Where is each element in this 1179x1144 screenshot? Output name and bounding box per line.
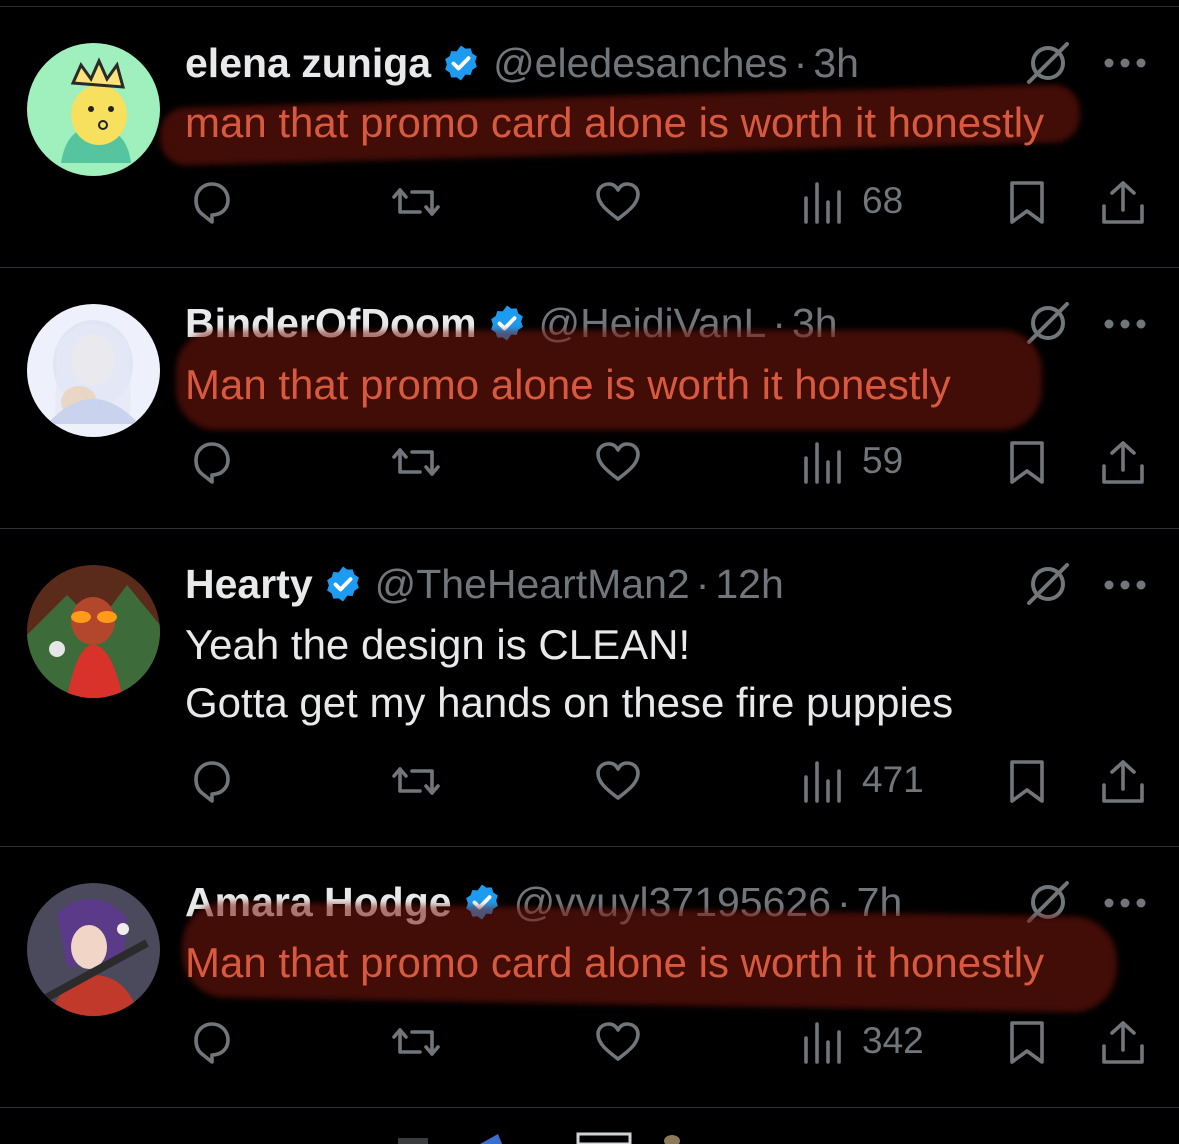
reply-icon[interactable]: [188, 1018, 236, 1066]
timestamp[interactable]: 3h: [813, 40, 859, 87]
views-icon[interactable]: [800, 178, 848, 226]
tweet-4[interactable]: Amara Hodge @vvuyl37195626 · 7h Man that…: [0, 847, 1179, 1108]
grok-icon[interactable]: [1023, 298, 1073, 348]
tweet-text-line: Man that promo card alone is worth it ho…: [185, 939, 1045, 986]
next-tweet-peek: [398, 1132, 680, 1144]
views-count[interactable]: 471: [862, 759, 924, 801]
avatar[interactable]: [27, 883, 160, 1016]
tweet-actions: 342: [0, 1018, 1179, 1068]
avatar[interactable]: [27, 43, 160, 176]
repost-icon[interactable]: [392, 757, 440, 805]
tweet-text-line: Yeah the design is CLEAN!: [185, 621, 691, 668]
tweet-text: Man that promo card alone is worth it ho…: [185, 934, 1044, 992]
repost-icon[interactable]: [392, 438, 440, 486]
separator-dot: ·: [793, 39, 808, 86]
timestamp[interactable]: 12h: [715, 561, 783, 608]
display-name[interactable]: Hearty: [185, 561, 313, 608]
verified-badge-icon[interactable]: [441, 43, 481, 83]
reply-icon[interactable]: [188, 438, 236, 486]
tweet-header: Hearty @TheHeartMan2 · 12h: [185, 559, 784, 609]
more-icon[interactable]: [1103, 897, 1147, 909]
display-name[interactable]: elena zuniga: [185, 40, 431, 87]
more-icon[interactable]: [1103, 318, 1147, 330]
tweet-text: Yeah the design is CLEAN! Gotta get my h…: [185, 616, 953, 732]
share-icon[interactable]: [1099, 178, 1147, 226]
tweet-actions: 59: [0, 438, 1179, 488]
like-icon[interactable]: [594, 757, 642, 805]
like-icon[interactable]: [594, 178, 642, 226]
bookmark-icon[interactable]: [1003, 1018, 1051, 1066]
bookmark-icon[interactable]: [1003, 178, 1051, 226]
handle[interactable]: @eledesanches: [493, 40, 788, 87]
bookmark-icon[interactable]: [1003, 438, 1051, 486]
views-count[interactable]: 68: [862, 180, 903, 222]
tweet-3[interactable]: Hearty @TheHeartMan2 · 12h Yeah the desi…: [0, 529, 1179, 847]
tweet-text: man that promo card alone is worth it ho…: [185, 94, 1044, 152]
views-icon[interactable]: [800, 1018, 848, 1066]
bookmark-icon[interactable]: [1003, 757, 1051, 805]
avatar[interactable]: [27, 565, 160, 698]
repost-icon[interactable]: [392, 178, 440, 226]
tweet-text-line: man that promo card alone is worth it ho…: [185, 99, 1045, 146]
share-icon[interactable]: [1099, 757, 1147, 805]
views-count[interactable]: 59: [862, 440, 903, 482]
like-icon[interactable]: [594, 1018, 642, 1066]
more-icon[interactable]: [1103, 579, 1147, 591]
reply-icon[interactable]: [188, 757, 236, 805]
tweet-actions: 68: [0, 178, 1179, 228]
tweet-text-line: Man that promo alone is worth it honestl…: [185, 361, 951, 408]
handle[interactable]: @TheHeartMan2: [375, 561, 690, 608]
like-icon[interactable]: [594, 438, 642, 486]
views-icon[interactable]: [800, 757, 848, 805]
more-icon[interactable]: [1103, 57, 1147, 69]
tweet-text: Man that promo alone is worth it honestl…: [185, 356, 951, 414]
reply-icon[interactable]: [188, 178, 236, 226]
separator-dot: ·: [695, 560, 710, 607]
tweet-text-line: Gotta get my hands on these fire puppies: [185, 679, 954, 726]
tweet-2[interactable]: BinderOfDoom @HeidiVanL · 3h Man that pr…: [0, 268, 1179, 529]
repost-icon[interactable]: [392, 1018, 440, 1066]
verified-badge-icon[interactable]: [323, 564, 363, 604]
avatar[interactable]: [27, 304, 160, 437]
views-icon[interactable]: [800, 438, 848, 486]
share-icon[interactable]: [1099, 1018, 1147, 1066]
tweet-divider: [0, 1107, 1179, 1108]
tweet-actions: 471: [0, 757, 1179, 807]
tweet-header: elena zuniga @eledesanches · 3h: [185, 38, 859, 88]
share-icon[interactable]: [1099, 438, 1147, 486]
tweet-1[interactable]: elena zuniga @eledesanches · 3h man that…: [0, 0, 1179, 268]
grok-icon[interactable]: [1023, 38, 1073, 88]
views-count[interactable]: 342: [862, 1020, 924, 1062]
grok-icon[interactable]: [1023, 559, 1073, 609]
